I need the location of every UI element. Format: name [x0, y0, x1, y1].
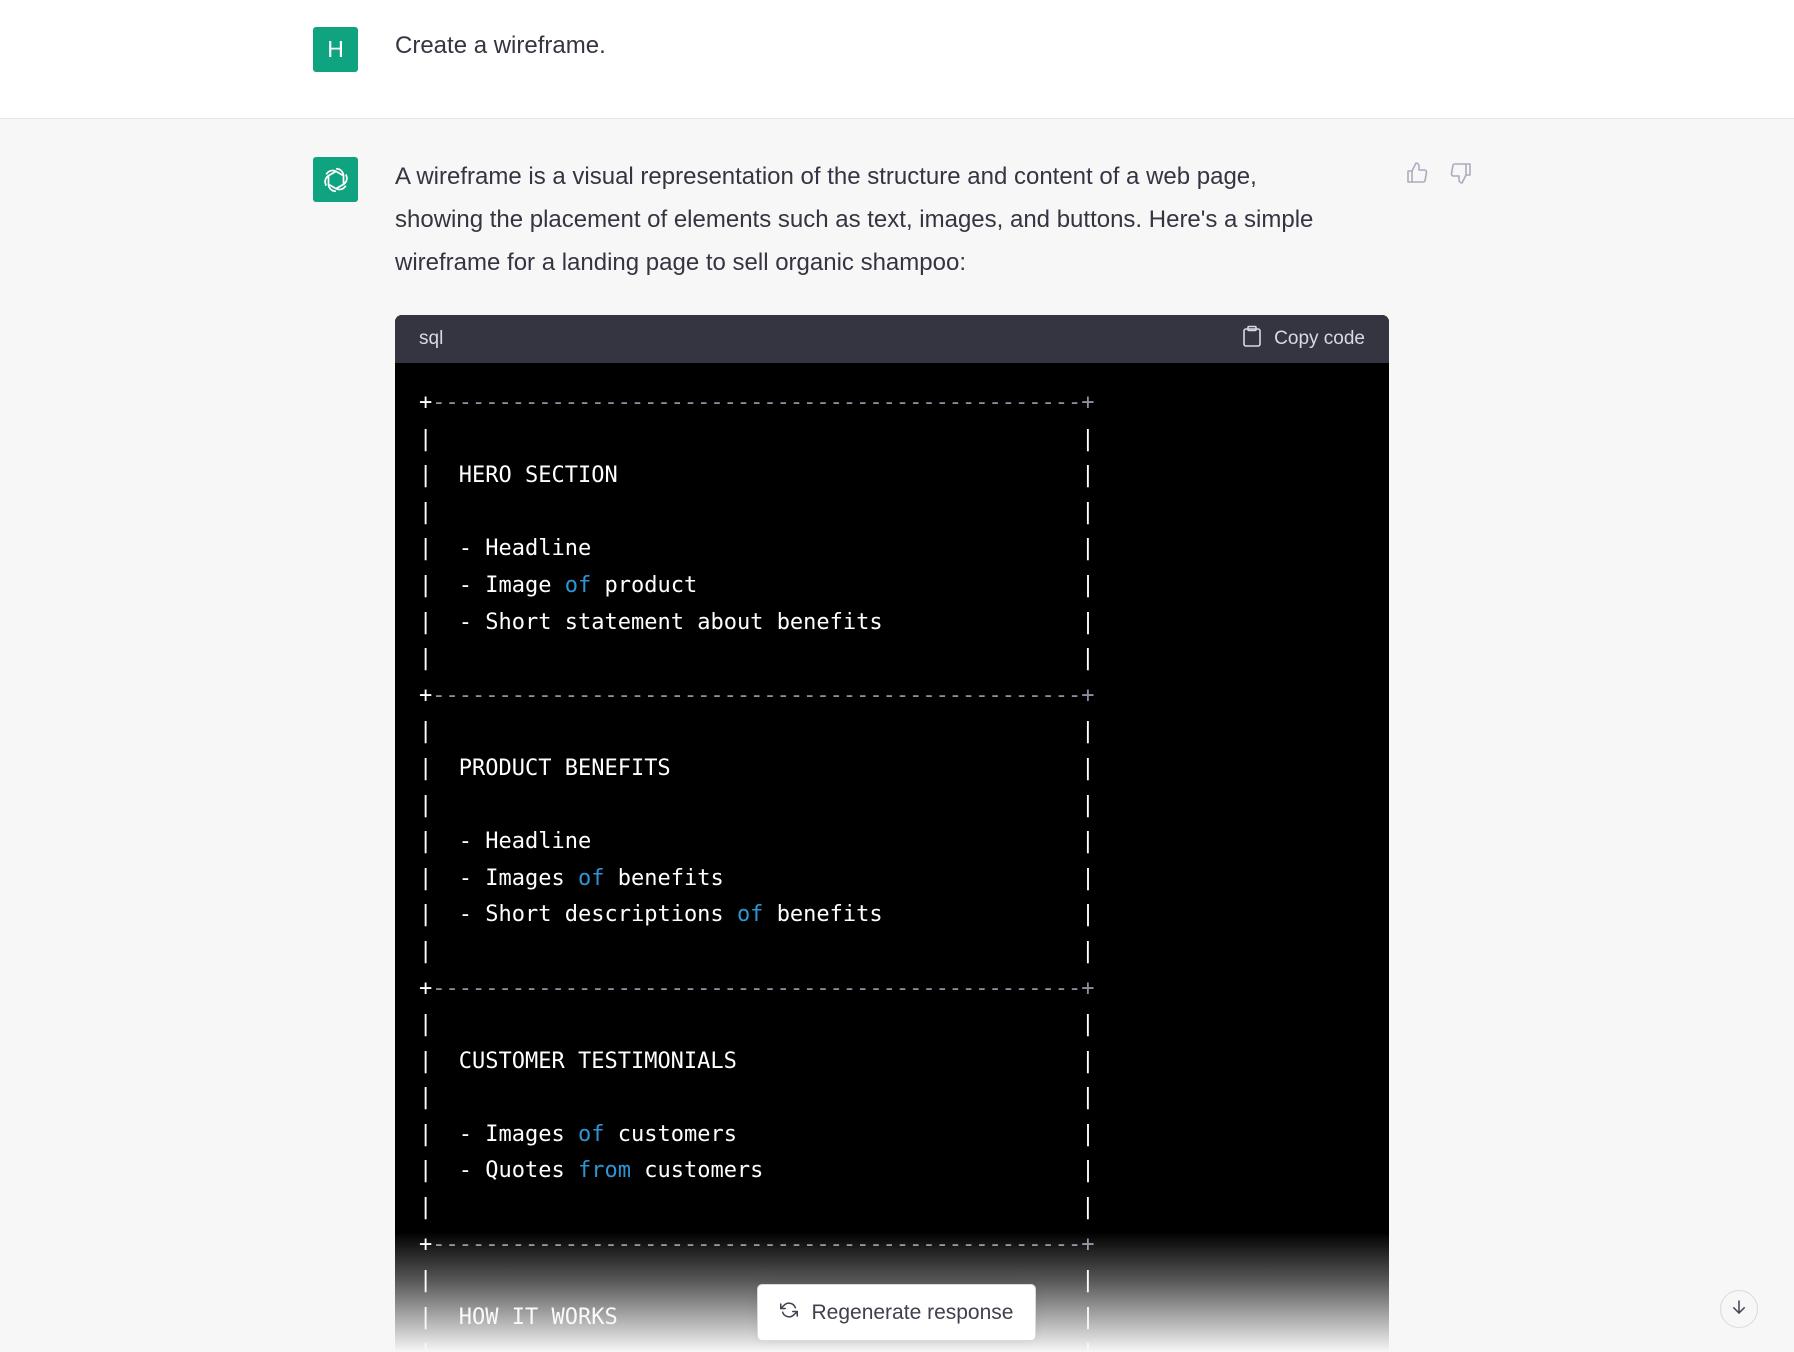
code-line: | - Images of customers | — [419, 1121, 1095, 1147]
chat-page: H Create a wireframe. A wireframe is a v… — [0, 0, 1794, 1352]
scroll-to-bottom-button[interactable] — [1720, 1290, 1758, 1328]
code-header: sql Copy code — [395, 315, 1389, 363]
code-line: | CUSTOMER TESTIMONIALS | — [419, 1048, 1095, 1074]
code-line: | - Short descriptions of benefits | — [419, 902, 1095, 928]
regenerate-label: Regenerate response — [811, 1300, 1014, 1324]
code-line: | - Quotes from customers | — [419, 1158, 1095, 1184]
code-content: +---------------------------------------… — [395, 363, 1389, 1352]
code-line: | | — [419, 646, 1095, 672]
code-line: | | — [419, 426, 1095, 452]
code-line: | PRODUCT BENEFITS | — [419, 755, 1095, 781]
user-avatar: H — [313, 27, 358, 72]
assistant-message-row: A wireframe is a visual representation o… — [0, 119, 1794, 1352]
copy-code-button[interactable]: Copy code — [1242, 325, 1365, 353]
code-line: | - Headline | — [419, 536, 1095, 562]
thumbs-down-icon[interactable] — [1449, 161, 1473, 185]
code-line: | | — [419, 1085, 1095, 1111]
code-line: | | — [419, 719, 1095, 745]
thumbs-up-icon[interactable] — [1405, 161, 1429, 185]
code-line: +---------------------------------------… — [419, 390, 1095, 415]
code-line: +---------------------------------------… — [419, 1231, 1095, 1257]
code-line: +---------------------------------------… — [419, 682, 1095, 708]
code-line: | - Short statement about benefits | — [419, 609, 1095, 635]
code-line: | | — [419, 1195, 1095, 1221]
arrow-down-icon — [1730, 1298, 1748, 1321]
feedback-buttons — [1405, 161, 1473, 185]
clipboard-icon — [1242, 325, 1262, 353]
copy-code-label: Copy code — [1274, 328, 1365, 349]
assistant-intro-text: A wireframe is a visual representation o… — [395, 155, 1375, 284]
code-line: | | — [419, 499, 1095, 525]
code-line: | | — [419, 792, 1095, 818]
code-line: | - Images of benefits | — [419, 865, 1095, 891]
regenerate-response-button[interactable]: Regenerate response — [757, 1284, 1036, 1341]
openai-logo-icon — [313, 157, 358, 202]
user-message-text: Create a wireframe. — [395, 32, 606, 59]
code-line: | - Headline | — [419, 829, 1095, 855]
intro-line: showing the placement of elements such a… — [395, 206, 1314, 233]
code-line: | | — [419, 1012, 1095, 1038]
code-line: | | — [419, 938, 1095, 964]
code-line: +---------------------------------------… — [419, 975, 1095, 1001]
user-message-row: H Create a wireframe. — [0, 0, 1794, 119]
code-line: | - Image of product | — [419, 572, 1095, 598]
code-language-label: sql — [419, 328, 444, 349]
intro-line: A wireframe is a visual representation o… — [395, 163, 1257, 190]
code-block: sql Copy code +-------------------------… — [395, 315, 1389, 1352]
code-line: | HERO SECTION | — [419, 463, 1095, 489]
refresh-icon — [779, 1301, 798, 1325]
intro-line: wireframe for a landing page to sell org… — [395, 249, 966, 276]
